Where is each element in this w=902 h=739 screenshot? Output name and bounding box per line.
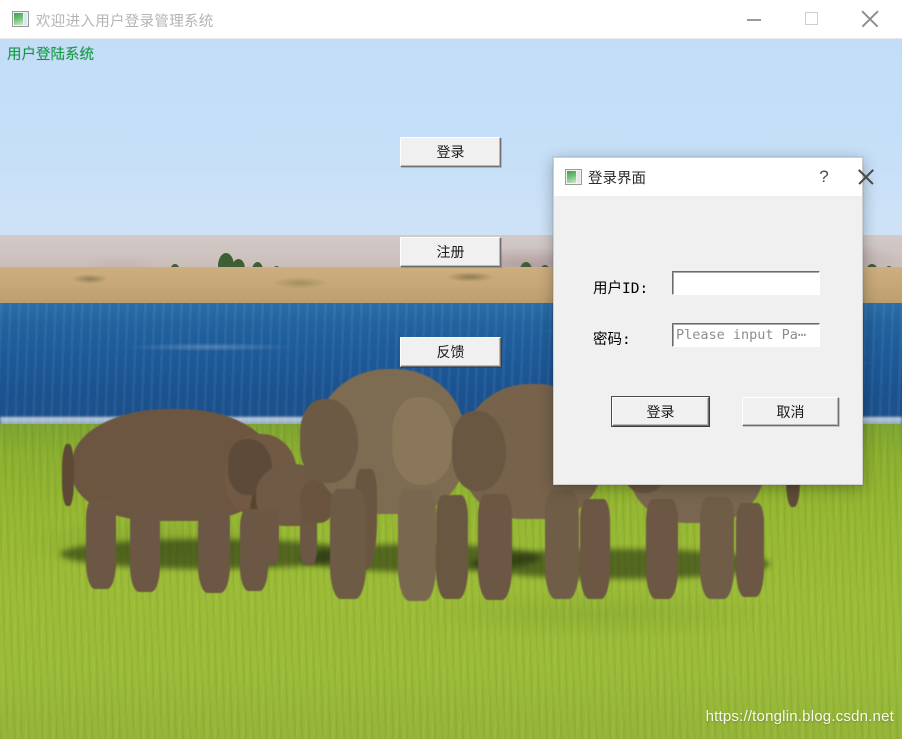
dialog-close-button[interactable] (848, 158, 884, 196)
application-window: 欢迎进入用户登录管理系统 https://tonglin.blog.csdn.n… (0, 0, 902, 739)
window-title: 欢迎进入用户登录管理系统 (36, 14, 214, 30)
page-title: 用户登陆系统 (7, 47, 94, 63)
dialog-titlebar: 登录界面 ? (554, 158, 874, 197)
register-button[interactable]: 注册 (400, 237, 501, 267)
help-button[interactable]: ? (806, 158, 842, 196)
minimize-icon (747, 19, 761, 21)
maximize-button[interactable] (789, 0, 835, 38)
main-titlebar: 欢迎进入用户登录管理系统 (0, 0, 902, 39)
password-input[interactable]: Please input Pa⋯ (672, 323, 820, 347)
dialog-cancel-button[interactable]: 取消 (742, 397, 839, 426)
userid-input[interactable] (672, 271, 820, 295)
maximize-icon (805, 12, 818, 25)
dialog-title: 登录界面 (588, 171, 646, 187)
dialog-ok-button[interactable]: 登录 (612, 397, 709, 426)
minimize-button[interactable] (731, 0, 777, 38)
password-label: 密码: (593, 332, 631, 348)
login-dialog: 登录界面 ? 用户ID: 密码: Please input Pa⋯ 登录 取消 (553, 157, 874, 485)
userid-label: 用户ID: (593, 281, 649, 297)
qt-app-icon (12, 11, 29, 27)
close-button[interactable] (848, 0, 894, 38)
feedback-button[interactable]: 反馈 (400, 337, 501, 367)
watermark-text: https://tonglin.blog.csdn.net (705, 708, 894, 725)
qt-app-icon (565, 169, 582, 185)
login-button[interactable]: 登录 (400, 137, 501, 167)
